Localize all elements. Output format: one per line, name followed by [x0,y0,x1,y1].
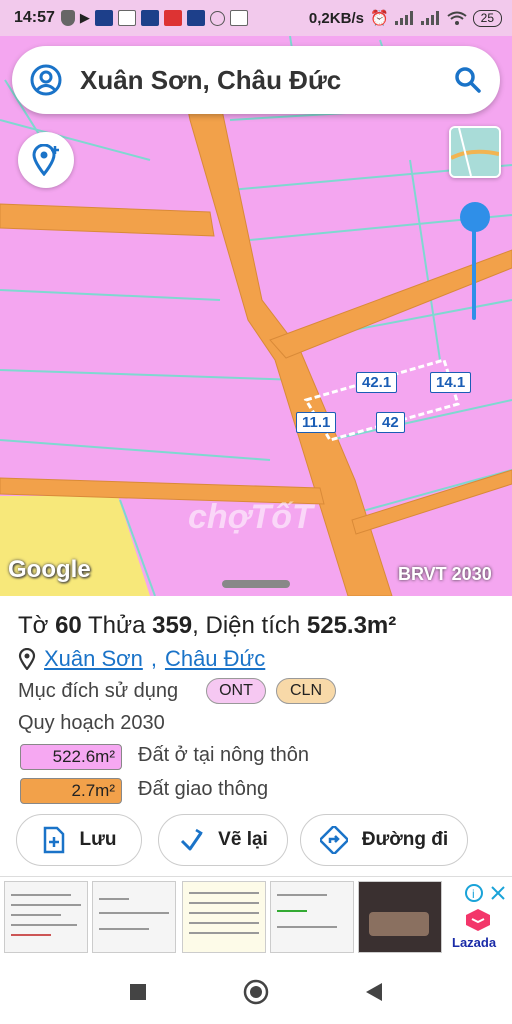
plan-heading: Quy hoạch 2030 [18,712,165,734]
search-input[interactable]: Xuân Sơn, Châu Đức [80,65,454,96]
directions-button-label: Đường đi [361,829,449,850]
opacity-slider-track[interactable] [472,226,476,320]
parcel-label[interactable]: 42.1 [356,372,398,393]
ad-thumbnail[interactable] [92,881,176,953]
directions-icon [319,826,348,854]
triangle-back-icon [366,983,382,1001]
user-icon[interactable] [30,64,62,96]
recents-button[interactable] [123,977,153,1007]
ad-info-icon[interactable]: i [464,883,484,903]
ad-thumbnail[interactable] [270,881,354,953]
ad-thumbnail[interactable] [4,881,88,953]
sheet-number: 60 [55,612,82,639]
image-icon [117,10,136,26]
purpose-chip-ont[interactable]: ONT [206,678,266,704]
district-link[interactable]: Châu Đức [165,646,265,672]
app-notification-icon [140,10,159,26]
save-button[interactable]: Lưu [16,814,142,866]
signal-icon [420,11,439,25]
purpose-chip-cln[interactable]: CLN [276,678,336,704]
location-pin-icon [18,648,36,670]
parcel-label[interactable]: 14.1 [430,372,472,393]
title-text: , Diện tích [192,612,307,639]
app-notification-icon [186,10,205,26]
back-button[interactable] [359,977,389,1007]
add-location-icon [32,144,59,176]
search-bar[interactable]: Xuân Sơn, Châu Đức [12,46,500,114]
plan-area-description: Đất ở tại nông thôn [138,744,310,766]
google-logo: Google [8,556,91,583]
home-button[interactable] [241,977,271,1007]
search-icon[interactable] [454,66,482,94]
parcel-title: Tờ 60 Thửa 359, Diện tích 525.3m² [18,612,396,640]
save-button-label: Lưu [79,829,117,850]
map-view[interactable]: chợTốT 42.1 14.1 11.1 42 Google BRVT 203… [0,36,512,596]
address: Xuân Sơn, Châu Đức [18,646,265,672]
circle-home-icon [243,979,269,1005]
wifi-icon [447,11,467,25]
plan-area-bar: 2.7m² [20,778,122,804]
watermark: chợTốT [188,498,313,536]
system-nav-bar [0,960,512,1024]
area-value: 525.3m² [306,612,397,639]
svg-text:i: i [472,887,475,901]
parcel-number: 359 [152,612,193,639]
lazada-ad[interactable]: i Lazada [450,883,508,953]
square-icon [130,984,146,1000]
title-text: Thửa [81,612,153,639]
lazada-logo-icon [466,909,490,931]
ad-thumbnail[interactable] [182,881,266,953]
plan-area-description: Đất giao thông [138,778,269,800]
signal-icon [394,11,413,25]
play-icon: ▶ [79,10,90,25]
ad-brand: Lazada [452,935,497,950]
parcel-label[interactable]: 11.1 [296,412,337,433]
ad-thumbnail[interactable] [358,881,442,953]
plan-area-bar: 522.6m² [20,744,122,770]
app-notification-icon [163,10,182,26]
purpose-label: Mục đích sử dụng [18,680,179,702]
add-location-button[interactable] [18,132,74,188]
drag-handle[interactable] [222,580,290,588]
image-icon [229,10,248,26]
redraw-button[interactable]: Vẽ lại [158,814,288,866]
redraw-icon [181,828,204,851]
opacity-slider-handle[interactable] [460,202,490,232]
map-layer-button[interactable] [449,126,501,178]
status-bar: 14:57 ▶ 0,2KB/s ⏰ 25 [0,0,512,36]
battery-indicator: 25 [472,9,502,27]
ad-banner[interactable]: i Lazada [0,876,512,958]
redraw-button-label: Vẽ lại [218,829,268,850]
satellite-thumbnail-icon [451,128,499,176]
parcel-label[interactable]: 42 [376,412,405,433]
network-speed: 0,2KB/s [308,9,364,27]
add-file-icon [43,826,64,854]
notification-icons: ▶ [60,10,248,26]
app-notification-icon [94,10,113,26]
title-text: Tờ [18,612,56,639]
globe-icon [209,10,225,26]
close-icon[interactable] [490,885,506,901]
status-time: 14:57 [14,9,55,26]
shield-icon [60,10,75,26]
alarm-icon: ⏰ [369,10,389,27]
directions-button[interactable]: Đường đi [300,814,468,866]
plan-layer-label: BRVT 2030 [398,564,492,584]
address-separator: , [150,646,157,671]
commune-link[interactable]: Xuân Sơn [44,646,143,672]
parcel-info-panel: Tờ 60 Thửa 359, Diện tích 525.3m² Xuân S… [0,598,512,874]
